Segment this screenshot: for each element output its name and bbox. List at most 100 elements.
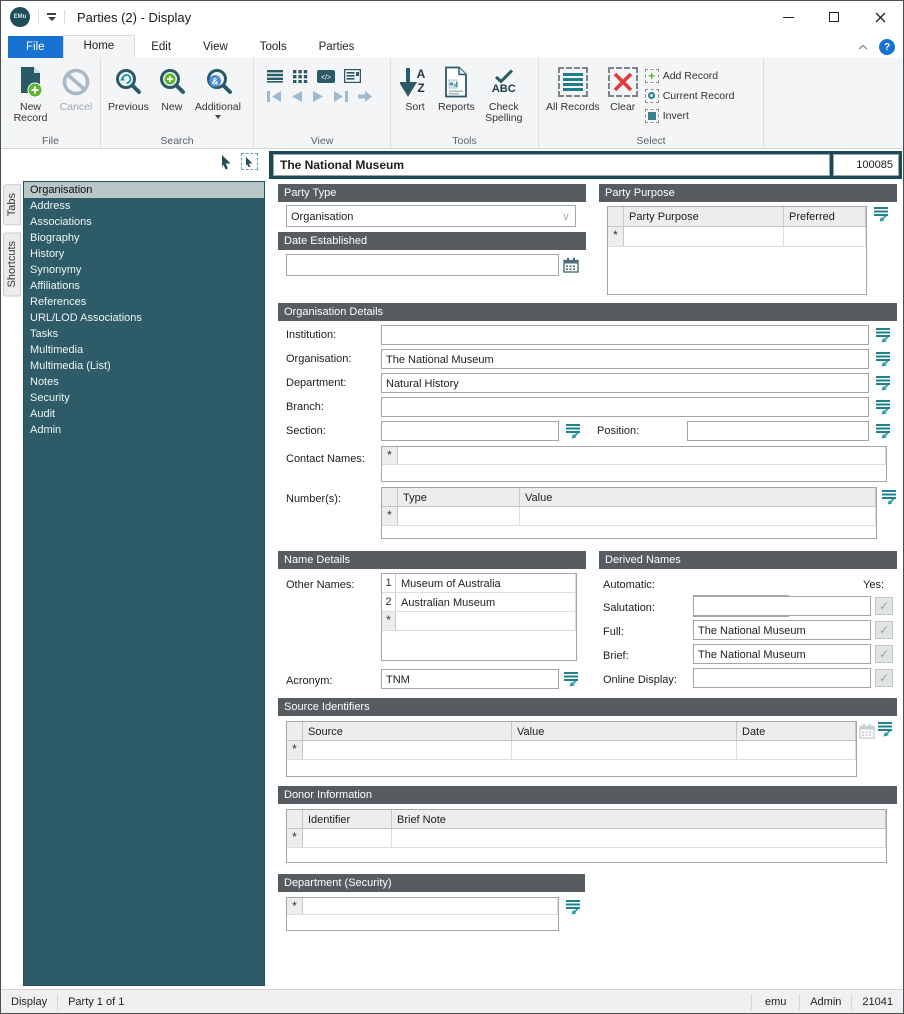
- grid-cell[interactable]: [392, 829, 886, 847]
- grid-cell[interactable]: [303, 829, 392, 847]
- sidebar-item-multimedia-list[interactable]: Multimedia (List): [24, 358, 264, 374]
- online-display-yes-checkbox[interactable]: ✓: [875, 669, 893, 687]
- maximize-button[interactable]: [811, 1, 857, 33]
- details-view-icon[interactable]: [344, 69, 361, 83]
- tab-parties[interactable]: Parties: [303, 37, 371, 58]
- goto-record-icon[interactable]: [356, 90, 374, 103]
- brief-name-input[interactable]: The National Museum: [693, 644, 871, 664]
- acronym-input[interactable]: TNM: [381, 669, 559, 689]
- tab-home[interactable]: Home: [62, 35, 136, 58]
- grid-cell[interactable]: [398, 447, 886, 464]
- donor-information-grid[interactable]: Identifier Brief Note *: [286, 809, 887, 863]
- minimize-button[interactable]: [765, 1, 811, 33]
- source-identifiers-grid[interactable]: Source Value Date *: [286, 721, 857, 777]
- sidebar-item-admin[interactable]: Admin: [24, 422, 264, 438]
- grid-cell[interactable]: [784, 227, 866, 246]
- invert-selection-button[interactable]: Invert: [644, 107, 735, 124]
- brief-yes-checkbox[interactable]: ✓: [875, 645, 893, 663]
- department-security-list[interactable]: *: [286, 897, 559, 931]
- lookup-list-icon[interactable]: [881, 489, 897, 505]
- sort-button[interactable]: A Z Sort: [395, 61, 435, 116]
- close-button[interactable]: [857, 1, 903, 33]
- all-records-button[interactable]: All Records: [543, 61, 603, 116]
- calendar-icon[interactable]: [563, 257, 579, 273]
- sidebar-item-multimedia[interactable]: Multimedia: [24, 342, 264, 358]
- grid-cell[interactable]: [303, 898, 558, 914]
- date-established-input[interactable]: [286, 254, 559, 276]
- other-name-value[interactable]: Australian Museum: [396, 593, 576, 611]
- lookup-list-icon[interactable]: [563, 671, 579, 687]
- sidebar-item-biography[interactable]: Biography: [24, 230, 264, 246]
- sidebar-item-affiliations[interactable]: Affiliations: [24, 278, 264, 294]
- grid-cell[interactable]: [624, 227, 784, 246]
- list-view-icon[interactable]: [266, 69, 284, 83]
- select-region-icon[interactable]: [241, 153, 258, 170]
- cancel-button[interactable]: Cancel: [56, 61, 96, 116]
- rail-tab-tabs[interactable]: Tabs: [3, 184, 21, 226]
- other-name-value[interactable]: Museum of Australia: [396, 574, 576, 592]
- additional-search-button[interactable]: & Additional: [192, 61, 244, 122]
- sidebar-item-associations[interactable]: Associations: [24, 214, 264, 230]
- collapse-ribbon-icon[interactable]: [857, 44, 869, 51]
- tab-view[interactable]: View: [187, 37, 244, 58]
- sidebar-item-tasks[interactable]: Tasks: [24, 326, 264, 342]
- party-purpose-grid[interactable]: Party Purpose Preferred *: [607, 206, 867, 295]
- section-input[interactable]: [381, 421, 559, 441]
- full-name-input[interactable]: The National Museum: [693, 620, 871, 640]
- tab-edit[interactable]: Edit: [135, 37, 187, 58]
- tab-tools[interactable]: Tools: [244, 37, 303, 58]
- branch-input[interactable]: [381, 397, 869, 417]
- grid-cell[interactable]: [303, 741, 512, 759]
- lookup-list-icon[interactable]: [559, 423, 581, 439]
- lookup-list-icon[interactable]: [869, 351, 891, 367]
- grid-cell[interactable]: [396, 612, 576, 630]
- lookup-list-icon[interactable]: [869, 423, 891, 439]
- institution-input[interactable]: [381, 325, 869, 345]
- salutation-input[interactable]: [693, 596, 871, 616]
- sidebar-item-audit[interactable]: Audit: [24, 406, 264, 422]
- reports-button[interactable]: Reports: [435, 61, 478, 116]
- rail-tab-shortcuts[interactable]: Shortcuts: [3, 232, 21, 297]
- last-record-icon[interactable]: [332, 90, 349, 103]
- grid-view-icon[interactable]: [293, 69, 308, 83]
- lookup-list-icon[interactable]: [869, 399, 891, 415]
- code-view-icon[interactable]: </>: [317, 69, 335, 83]
- lookup-list-icon[interactable]: [869, 375, 891, 391]
- contact-names-list[interactable]: *: [381, 446, 887, 482]
- current-record-button[interactable]: Current Record: [644, 87, 734, 104]
- full-yes-checkbox[interactable]: ✓: [875, 621, 893, 639]
- first-record-icon[interactable]: [266, 90, 283, 103]
- lookup-list-icon[interactable]: [869, 327, 891, 343]
- salutation-yes-checkbox[interactable]: ✓: [875, 597, 893, 615]
- new-search-button[interactable]: New: [152, 61, 192, 116]
- new-record-button[interactable]: New Record: [5, 61, 56, 127]
- online-display-input[interactable]: [693, 668, 871, 688]
- lookup-list-icon[interactable]: [877, 721, 893, 737]
- grid-cell[interactable]: [520, 507, 876, 525]
- clear-selection-button[interactable]: Clear: [603, 61, 643, 116]
- numbers-grid[interactable]: Type Value *: [381, 487, 877, 539]
- next-record-icon[interactable]: [311, 90, 325, 103]
- check-spelling-button[interactable]: ABC Check Spelling: [478, 61, 530, 127]
- sidebar-item-url-lod[interactable]: URL/LOD Associations: [24, 310, 264, 326]
- party-type-select[interactable]: Organisation ∨: [286, 205, 576, 227]
- grid-cell[interactable]: [512, 741, 737, 759]
- pointer-icon[interactable]: [219, 154, 233, 170]
- add-record-button[interactable]: + Add Record: [644, 67, 735, 84]
- department-input[interactable]: Natural History: [381, 373, 869, 393]
- sidebar-item-history[interactable]: History: [24, 246, 264, 262]
- sidebar-item-organisation[interactable]: Organisation: [24, 182, 264, 198]
- organisation-input[interactable]: The National Museum: [381, 349, 869, 369]
- sidebar-item-synonymy[interactable]: Synonymy: [24, 262, 264, 278]
- lookup-list-icon[interactable]: [565, 899, 581, 915]
- position-input[interactable]: [687, 421, 869, 441]
- lookup-list-icon[interactable]: [873, 206, 889, 222]
- sidebar-item-references[interactable]: References: [24, 294, 264, 310]
- previous-record-icon[interactable]: [290, 90, 304, 103]
- previous-search-button[interactable]: Previous: [105, 61, 152, 116]
- sidebar-item-address[interactable]: Address: [24, 198, 264, 214]
- other-names-list[interactable]: 1 Museum of Australia 2 Australian Museu…: [381, 573, 577, 661]
- grid-cell[interactable]: [398, 507, 520, 525]
- quick-access-dropdown-icon[interactable]: [47, 13, 56, 21]
- sidebar-item-notes[interactable]: Notes: [24, 374, 264, 390]
